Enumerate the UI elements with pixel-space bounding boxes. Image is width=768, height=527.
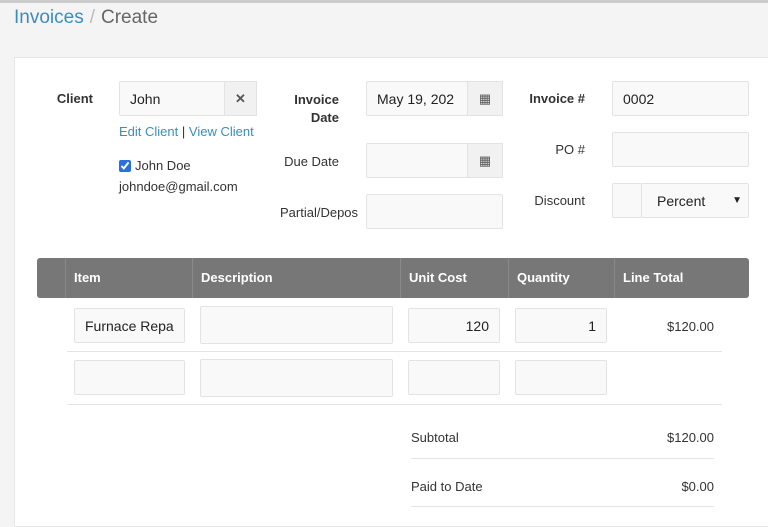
- breadcrumb: Invoices / Create: [14, 7, 158, 29]
- discount-type-value: Percent: [657, 192, 706, 209]
- discount-type-select[interactable]: Percent ▼: [641, 183, 749, 218]
- breadcrumb-separator: /: [89, 7, 95, 28]
- subtotal-value: $120.00: [667, 430, 714, 445]
- col-description: Description: [192, 258, 400, 298]
- row-2-item-input[interactable]: [74, 360, 185, 395]
- breadcrumb-current: Create: [100, 7, 159, 28]
- paid-to-date-label: Paid to Date: [411, 479, 483, 494]
- row-1-quantity-input[interactable]: 1: [515, 308, 607, 343]
- row-1-item-input[interactable]: Furnace Repa: [74, 308, 185, 343]
- row-divider: [67, 351, 722, 352]
- line-items-header: Item Description Unit Cost Quantity Line…: [37, 258, 749, 298]
- due-date-input[interactable]: [366, 143, 468, 178]
- col-line-total: Line Total: [614, 258, 749, 298]
- client-links: Edit Client | View Client: [119, 124, 254, 139]
- due-date-calendar-button[interactable]: ▦: [467, 143, 503, 178]
- row-divider: [67, 404, 722, 405]
- col-item: Item: [65, 258, 192, 298]
- totals-divider: [411, 458, 714, 459]
- discount-label: Discount: [534, 193, 585, 208]
- row-1-description-textarea[interactable]: [200, 306, 393, 344]
- link-separator: |: [181, 124, 186, 139]
- calendar-icon: ▦: [478, 90, 492, 106]
- partial-deposit-label: Partial/Depos: [280, 205, 359, 220]
- client-input[interactable]: John: [119, 81, 225, 116]
- contact-name: John Doe: [135, 158, 191, 173]
- due-date-label: Due Date: [284, 154, 339, 169]
- po-number-label: PO #: [555, 142, 585, 157]
- row-2-unit-cost-input[interactable]: [408, 360, 500, 395]
- col-unit-cost: Unit Cost: [400, 258, 508, 298]
- clear-client-button[interactable]: ✕: [224, 81, 257, 116]
- invoice-number-label: Invoice #: [529, 91, 585, 106]
- partial-deposit-input[interactable]: [366, 194, 503, 229]
- invoice-date-calendar-button[interactable]: ▦: [467, 81, 503, 116]
- row-1-unit-cost-input[interactable]: 120: [408, 308, 500, 343]
- breadcrumb-invoices-link[interactable]: Invoices: [14, 7, 84, 28]
- contact-checkbox[interactable]: [119, 159, 131, 172]
- col-quantity: Quantity: [508, 258, 614, 298]
- subtotal-label: Subtotal: [411, 430, 459, 445]
- contact-email: johndoe@gmail.com: [119, 179, 238, 194]
- calendar-icon: ▦: [478, 152, 492, 168]
- row-1-line-total: $120.00: [667, 319, 714, 334]
- discount-input[interactable]: [612, 183, 642, 218]
- invoice-date-label: Invoice Date: [294, 92, 339, 125]
- row-2-quantity-input[interactable]: [515, 360, 607, 395]
- edit-client-link[interactable]: Edit Client: [119, 124, 178, 139]
- times-icon: ✕: [235, 90, 246, 106]
- invoice-date-input[interactable]: May 19, 202: [366, 81, 468, 116]
- chevron-down-icon: ▼: [732, 195, 742, 206]
- invoice-number-input[interactable]: 0002: [612, 81, 749, 116]
- client-label: Client: [56, 91, 93, 106]
- totals-divider: [411, 506, 714, 507]
- po-number-input[interactable]: [612, 132, 749, 167]
- row-2-description-textarea[interactable]: [200, 359, 393, 397]
- client-contact: John Doe: [119, 158, 191, 173]
- view-client-link[interactable]: View Client: [189, 124, 254, 139]
- paid-to-date-value: $0.00: [681, 479, 714, 494]
